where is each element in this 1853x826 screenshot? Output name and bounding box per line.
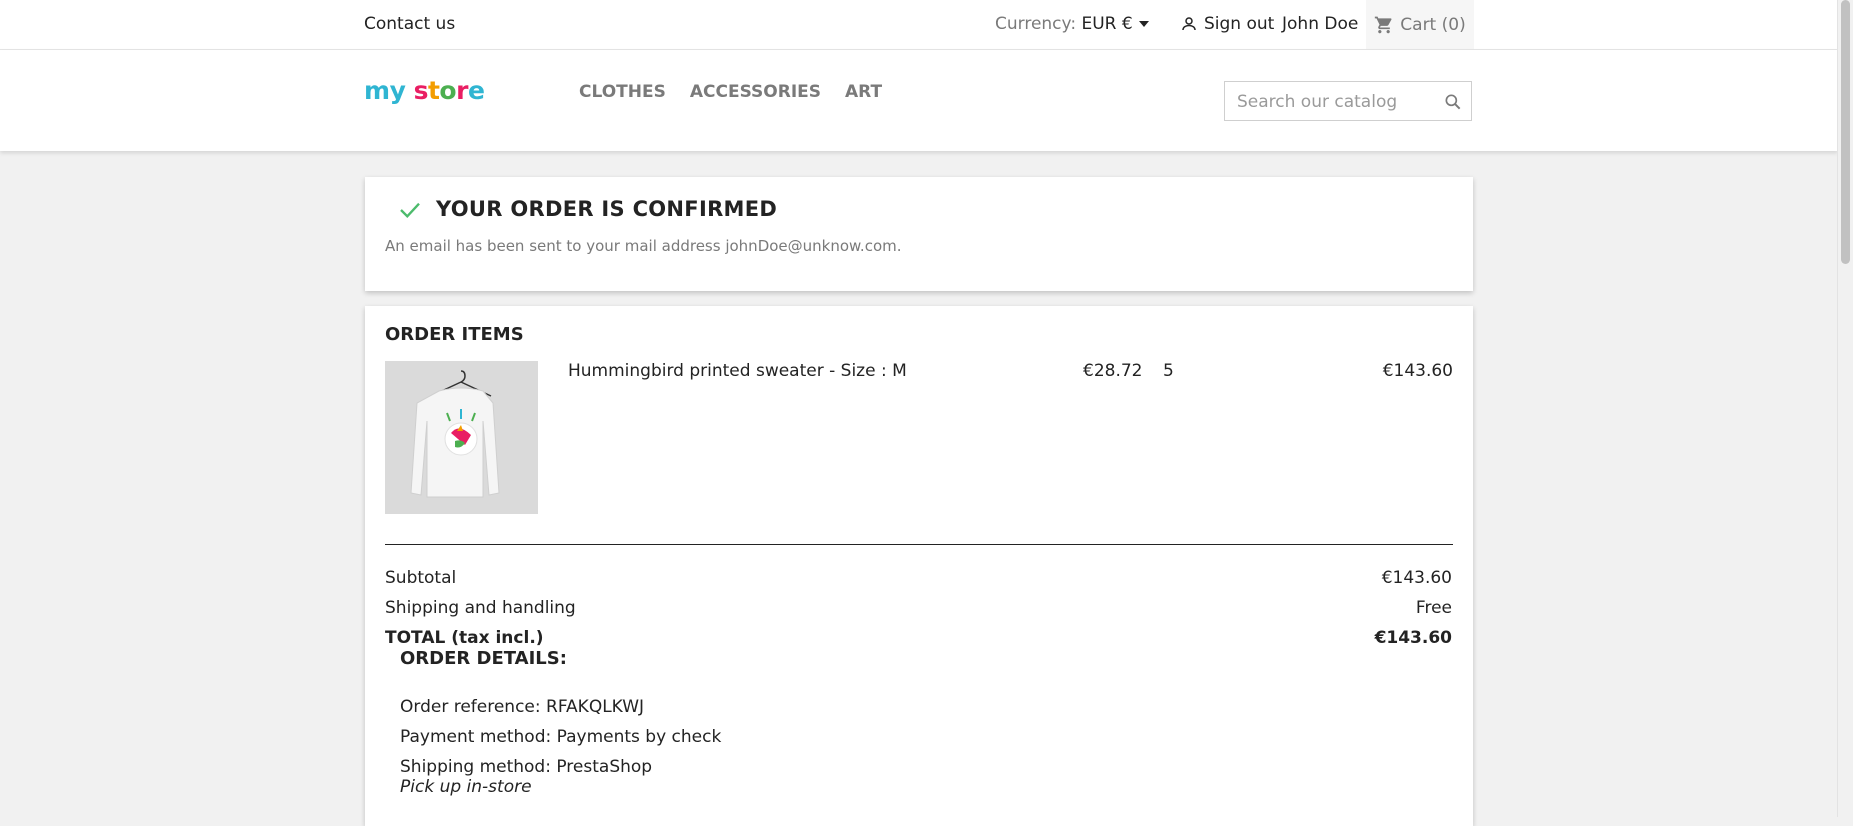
shipping-row: Shipping and handling Free xyxy=(385,598,1452,618)
subtotal-value: €143.60 xyxy=(1381,568,1452,588)
store-logo[interactable]: my store xyxy=(364,76,485,105)
contact-us-link[interactable]: Contact us xyxy=(364,14,455,34)
sign-out-label: Sign out xyxy=(1204,14,1275,34)
nav-item-accessories[interactable]: ACCESSORIES xyxy=(690,82,821,102)
order-items-title: ORDER ITEMS xyxy=(385,324,524,345)
logo-letter: o xyxy=(439,76,457,105)
logo-letter: r xyxy=(456,76,468,105)
divider xyxy=(385,544,1453,545)
currency-value: EUR € xyxy=(1081,14,1133,34)
cart-button[interactable]: Cart (0) xyxy=(1366,0,1474,49)
sign-out-link[interactable]: Sign out xyxy=(1180,14,1274,34)
user-icon xyxy=(1182,17,1196,31)
carrier-note: Pick up in-store xyxy=(400,777,532,797)
item-unit-price: €28.72 xyxy=(1083,361,1143,381)
subtotal-row: Subtotal €143.60 xyxy=(385,568,1452,588)
logo-letter: y xyxy=(389,76,406,105)
scrollbar-thumb[interactable] xyxy=(1841,0,1850,264)
confirmation-title: YOUR ORDER IS CONFIRMED xyxy=(436,197,778,221)
product-image xyxy=(385,361,538,514)
account-link[interactable]: John Doe xyxy=(1282,14,1358,34)
logo-letter xyxy=(405,76,413,105)
subtotal-label: Subtotal xyxy=(385,568,457,588)
payment-method: Payment method: Payments by check xyxy=(400,727,722,747)
nav-item-clothes[interactable]: CLOTHES xyxy=(579,82,666,102)
total-row: TOTAL (tax incl.) €143.60 xyxy=(385,628,1452,648)
shipping-value: Free xyxy=(1415,598,1452,618)
item-name: Hummingbird printed sweater - Size : M xyxy=(568,361,907,381)
order-confirmation-card: YOUR ORDER IS CONFIRMED An email has bee… xyxy=(365,177,1473,291)
order-reference: Order reference: RFAKQLKWJ xyxy=(400,697,645,717)
order-items-card: ORDER ITEMS Hummingbird printed sweater … xyxy=(365,306,1473,826)
total-value: €143.60 xyxy=(1374,628,1452,648)
order-details-title: ORDER DETAILS: xyxy=(400,648,567,669)
shipping-label: Shipping and handling xyxy=(385,598,576,618)
page-scrollbar[interactable] xyxy=(1837,0,1853,817)
search-icon[interactable] xyxy=(1443,92,1463,112)
caret-down-icon xyxy=(1138,21,1149,27)
confirmation-email-text: An email has been sent to your mail addr… xyxy=(385,237,902,255)
search-box xyxy=(1224,81,1472,122)
total-label: TOTAL (tax incl.) xyxy=(385,628,544,648)
currency-selector[interactable]: Currency: EUR € xyxy=(995,14,1149,34)
order-details: ORDER DETAILS: Order reference: RFAKQLKW… xyxy=(400,648,721,797)
item-quantity: 5 xyxy=(1163,361,1174,381)
logo-letter: t xyxy=(427,76,440,105)
site-header: my store CLOTHES ACCESSORIES ART xyxy=(0,50,1838,151)
logo-letter: e xyxy=(467,76,485,105)
check-icon xyxy=(400,202,420,218)
item-total: €143.60 xyxy=(1382,361,1453,381)
search-input[interactable] xyxy=(1235,82,1439,122)
top-bar: Contact us Currency: EUR € Sign out John… xyxy=(0,0,1838,50)
logo-letter: m xyxy=(364,76,390,105)
currency-label: Currency: xyxy=(995,14,1077,34)
main-nav: CLOTHES ACCESSORIES ART xyxy=(579,82,882,102)
cart-label: Cart (0) xyxy=(1400,14,1466,35)
shipping-method: Shipping method: PrestaShop xyxy=(400,757,653,777)
cart-icon xyxy=(1375,16,1392,33)
nav-item-art[interactable]: ART xyxy=(845,82,882,102)
logo-letter: s xyxy=(413,76,429,105)
sweater-image xyxy=(385,361,538,514)
